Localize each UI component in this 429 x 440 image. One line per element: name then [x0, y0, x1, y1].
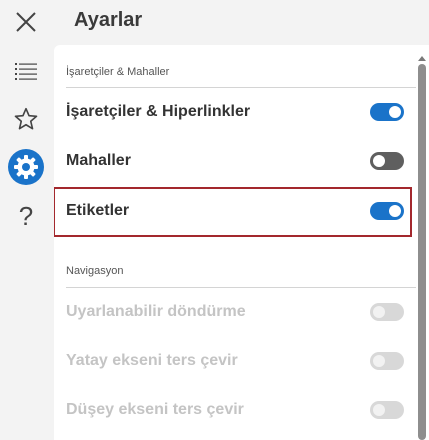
page-title: Ayarlar	[74, 9, 143, 31]
highlight-box	[54, 187, 412, 237]
settings-button[interactable]	[7, 148, 45, 186]
close-button[interactable]	[7, 3, 45, 41]
section-label-markers: İşaretçiler & Mahaller	[66, 66, 170, 78]
side-rail: ?	[0, 0, 52, 440]
setting-row-markers-hyperlinks[interactable]: İşaretçiler & Hiperlinkler	[54, 88, 414, 136]
help-button[interactable]: ?	[7, 197, 45, 235]
scroll-up-icon[interactable]	[417, 54, 427, 62]
close-icon	[16, 12, 36, 32]
setting-label: Yatay ekseni ters çevir	[66, 352, 238, 369]
star-icon	[14, 107, 38, 130]
setting-label: Mahaller	[66, 152, 131, 169]
setting-label: Düşey ekseni ters çevir	[66, 401, 244, 418]
markers-hyperlinks-toggle[interactable]	[370, 103, 404, 121]
favorites-button[interactable]	[7, 100, 45, 138]
setting-label: Uyarlanabilir döndürme	[66, 303, 246, 320]
section-label-navigation: Navigasyon	[66, 265, 124, 277]
help-icon: ?	[18, 200, 34, 231]
scrollbar-thumb[interactable]	[418, 64, 426, 440]
adaptive-rotation-toggle	[370, 303, 404, 321]
areas-toggle[interactable]	[370, 152, 404, 170]
invert-vertical-toggle	[370, 401, 404, 419]
contents-button[interactable]	[7, 52, 45, 90]
list-icon	[15, 63, 37, 80]
settings-panel: İşaretçiler & Mahaller İşaretçiler & Hip…	[54, 45, 429, 440]
setting-row-invert-vertical: Düşey ekseni ters çevir	[54, 386, 414, 434]
invert-horizontal-toggle	[370, 352, 404, 370]
setting-label: İşaretçiler & Hiperlinkler	[66, 103, 251, 120]
setting-row-adaptive-rotation: Uyarlanabilir döndürme	[54, 288, 414, 336]
setting-row-invert-horizontal: Yatay ekseni ters çevir	[54, 337, 414, 385]
gear-icon	[8, 149, 44, 185]
setting-row-areas[interactable]: Mahaller	[54, 137, 414, 185]
